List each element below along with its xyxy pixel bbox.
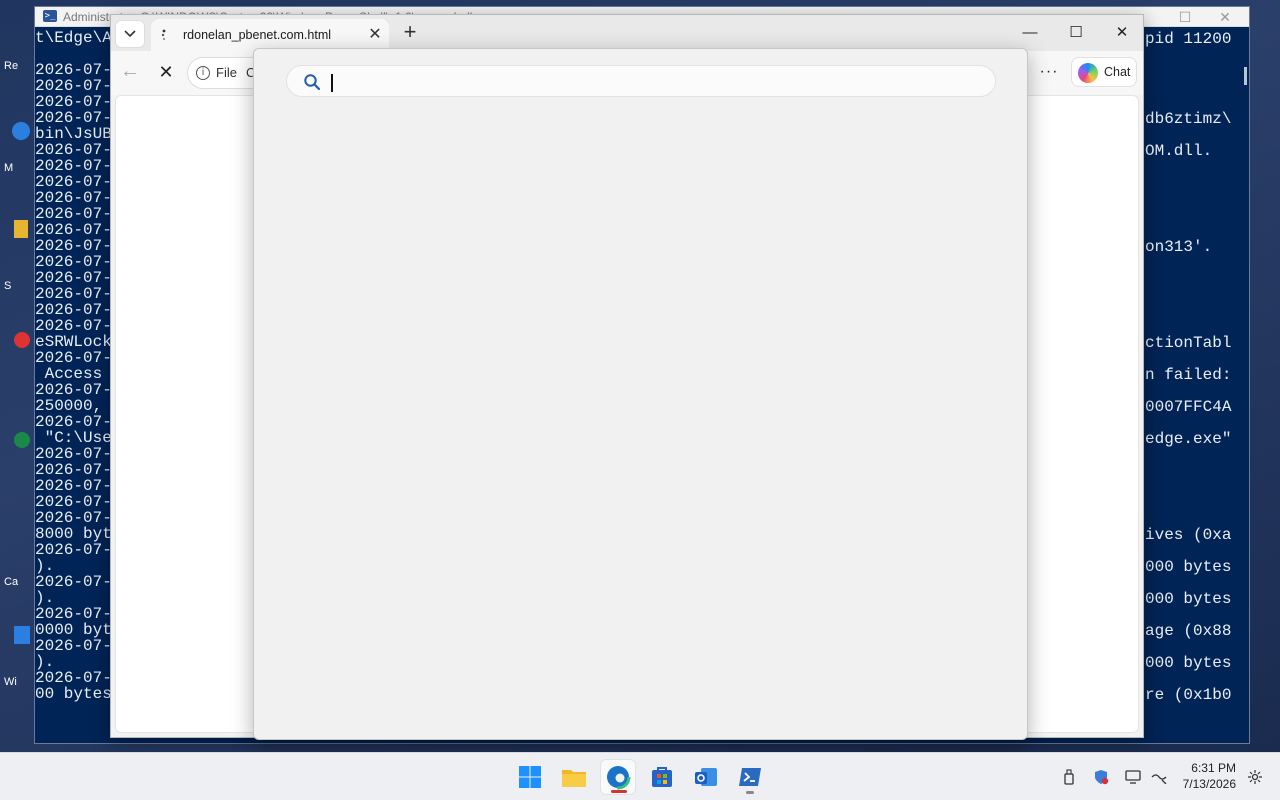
stop-loading-button[interactable]: ✕ bbox=[155, 61, 177, 83]
back-button[interactable]: ← bbox=[119, 61, 141, 83]
desktop-green-app-icon[interactable] bbox=[14, 432, 30, 448]
tab-close-button[interactable]: ✕ bbox=[367, 27, 383, 43]
desktop-label-wi: Wi bbox=[4, 676, 17, 688]
powershell-icon: >_ bbox=[43, 10, 57, 22]
console-line-fragment: re (0x1b0 bbox=[1145, 686, 1232, 704]
taskbar bbox=[0, 752, 1280, 800]
desktop-label-ca: Ca bbox=[4, 576, 19, 588]
desktop-label-recycle: Re bbox=[4, 60, 19, 72]
new-tab-button[interactable]: + bbox=[399, 21, 421, 44]
running-indicator bbox=[746, 791, 754, 794]
powershell-icon bbox=[739, 768, 761, 786]
start-button[interactable] bbox=[512, 759, 548, 795]
desktop-shortcut-icon[interactable] bbox=[14, 626, 30, 644]
console-line-fragment: 000 bytes bbox=[1145, 590, 1232, 608]
store-button[interactable] bbox=[644, 759, 680, 795]
browser-tab[interactable]: rdonelan_pbenet.com.html ✕ bbox=[151, 19, 389, 51]
desktop-label-m: M bbox=[4, 162, 14, 174]
edge-minimize-button[interactable]: — bbox=[1015, 21, 1045, 45]
console-line-fragment: 000 bytes bbox=[1145, 558, 1232, 576]
desktop-folder-icon[interactable] bbox=[14, 220, 28, 238]
console-line-fragment: ctionTabl bbox=[1145, 334, 1232, 352]
edge-maximize-button[interactable]: ☐ bbox=[1061, 21, 1091, 45]
search-icon bbox=[304, 74, 321, 91]
file-explorer-button[interactable] bbox=[556, 759, 592, 795]
console-line-fragment: edge.exe" bbox=[1145, 430, 1232, 448]
search-input[interactable] bbox=[329, 70, 979, 94]
outlook-icon bbox=[695, 768, 717, 786]
desktop-red-app-icon[interactable] bbox=[14, 332, 30, 348]
loading-spinner-icon bbox=[161, 29, 166, 40]
notifications-icon[interactable] bbox=[1246, 768, 1264, 786]
edge-tab-bar: rdonelan_pbenet.com.html ✕ + — ☐ ✕ bbox=[111, 15, 1143, 51]
copilot-icon bbox=[1078, 63, 1098, 83]
powershell-close-button[interactable]: ✕ bbox=[1205, 7, 1245, 27]
console-line-fragment: 000 bytes bbox=[1145, 654, 1232, 672]
folder-icon bbox=[562, 770, 586, 787]
text-caret bbox=[331, 74, 333, 92]
outlook-button[interactable] bbox=[688, 759, 724, 795]
tab-title: rdonelan_pbenet.com.html bbox=[183, 28, 332, 42]
address-scheme-label: File bbox=[216, 65, 237, 80]
security-icon[interactable] bbox=[1092, 768, 1110, 786]
store-icon bbox=[652, 767, 672, 787]
edge-icon bbox=[605, 764, 631, 790]
edge-close-button[interactable]: ✕ bbox=[1107, 21, 1137, 45]
desktop-app-icon[interactable] bbox=[12, 122, 30, 140]
chevron-down-icon bbox=[124, 30, 136, 38]
powershell-taskbar-button[interactable] bbox=[732, 759, 768, 795]
powershell-maximize-button[interactable]: ☐ bbox=[1165, 7, 1205, 27]
console-line-fragment: n failed: bbox=[1145, 366, 1232, 384]
active-indicator bbox=[611, 790, 627, 793]
console-line-fragment: pid 11200 bbox=[1145, 30, 1232, 48]
chat-label: Chat bbox=[1104, 65, 1131, 79]
clock-date[interactable]: 7/13/2026 bbox=[1176, 777, 1236, 791]
console-line-fragment: on313'. bbox=[1145, 238, 1213, 256]
windows-start-icon bbox=[519, 766, 541, 788]
clock-time[interactable]: 6:31 PM bbox=[1188, 761, 1236, 775]
search-box[interactable] bbox=[286, 65, 996, 97]
display-icon[interactable] bbox=[1124, 768, 1142, 786]
console-line-fragment: 0007FFC4A bbox=[1145, 398, 1232, 416]
desktop-label-s: S bbox=[4, 280, 12, 292]
copilot-chat-button[interactable]: Chat bbox=[1071, 57, 1137, 87]
search-popup bbox=[253, 48, 1028, 740]
console-line-fragment: ives (0xa bbox=[1145, 526, 1232, 544]
console-line-fragment: db6ztimz\ bbox=[1145, 110, 1232, 128]
console-line-fragment: OM.dll. bbox=[1145, 142, 1213, 160]
edge-taskbar-button[interactable] bbox=[600, 759, 636, 795]
powershell-scrollbar[interactable] bbox=[1244, 67, 1247, 85]
network-icon[interactable] bbox=[1150, 768, 1168, 786]
tab-actions-button[interactable] bbox=[115, 20, 145, 48]
info-icon[interactable]: i bbox=[196, 66, 210, 80]
console-line-fragment: age (0x88 bbox=[1145, 622, 1232, 640]
usb-icon[interactable] bbox=[1060, 768, 1078, 786]
more-options-icon[interactable]: ··· bbox=[1037, 61, 1061, 85]
